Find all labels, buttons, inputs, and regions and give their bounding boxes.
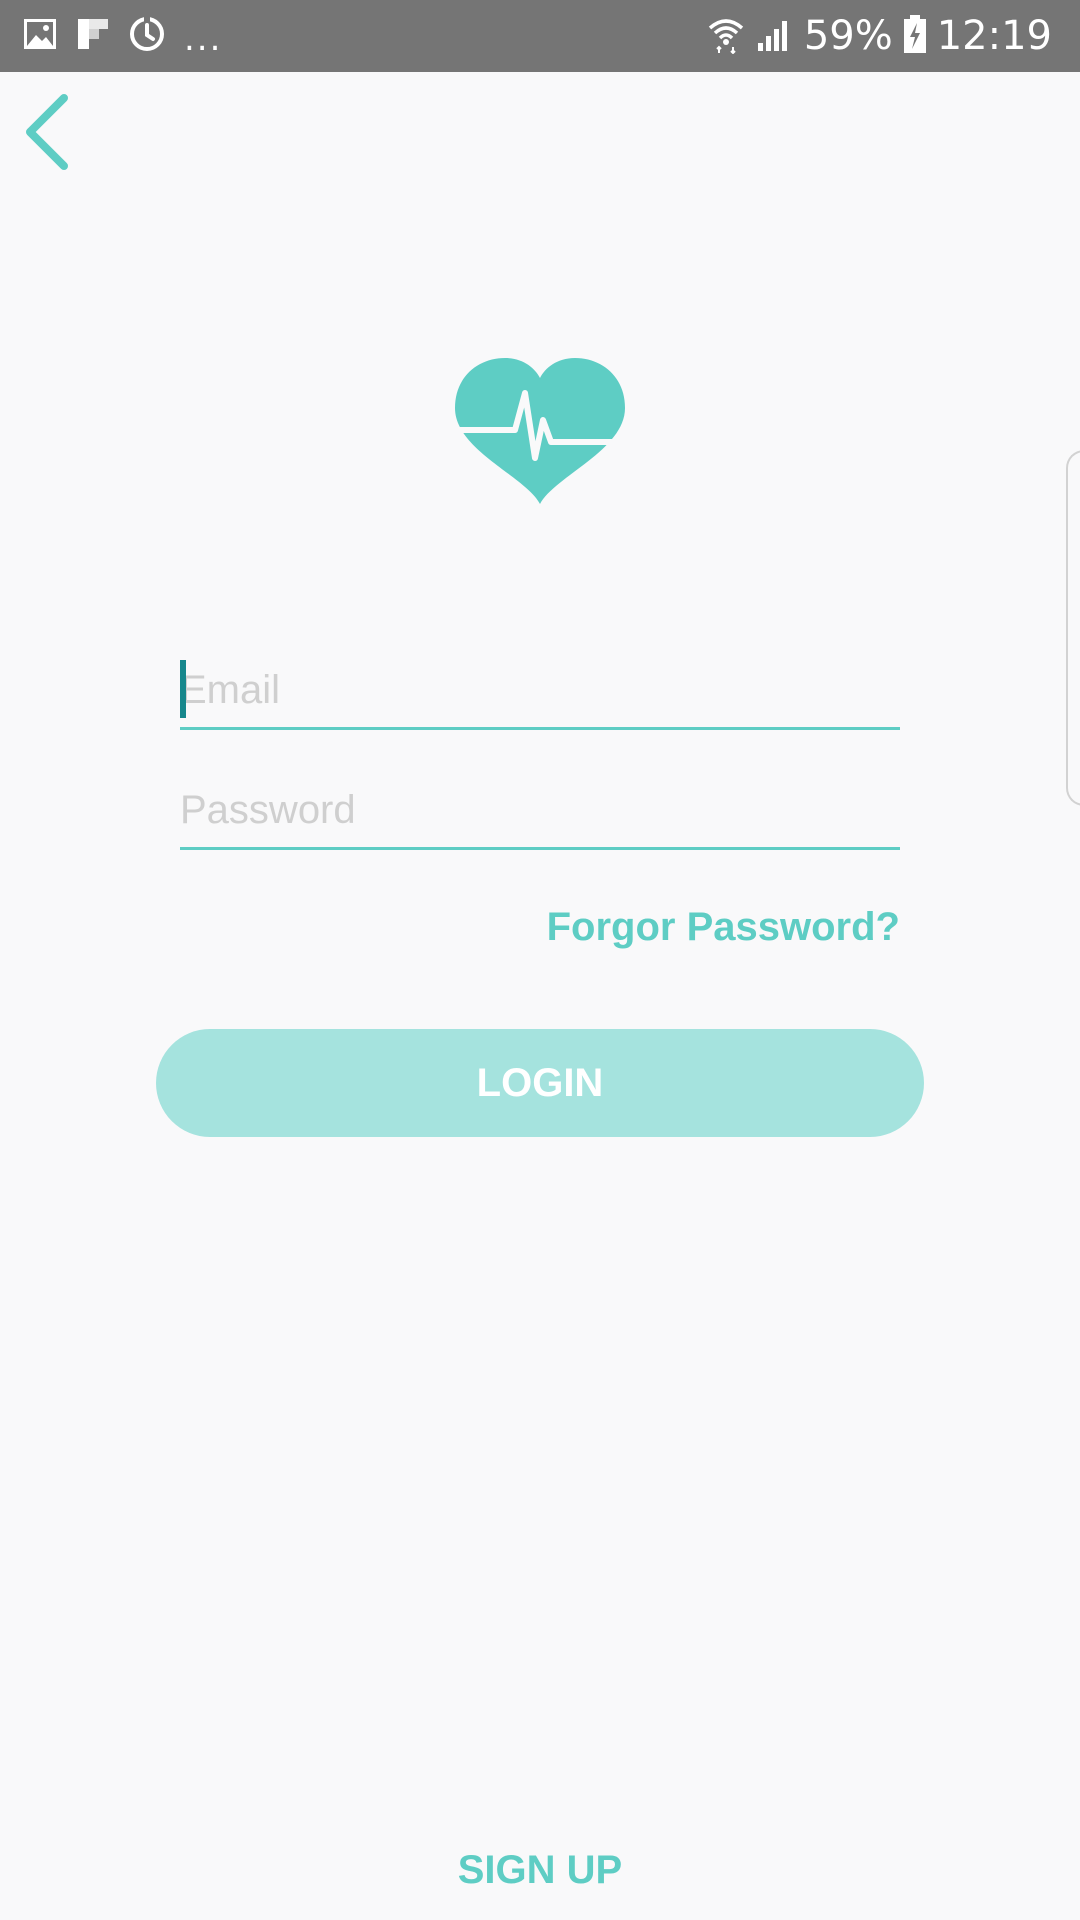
status-bar-left: ... — [22, 0, 222, 72]
flipboard-icon — [76, 17, 110, 56]
signal-icon — [756, 15, 794, 58]
heart-pulse-icon — [455, 358, 625, 510]
chevron-left-icon — [18, 94, 88, 182]
password-field[interactable] — [180, 774, 900, 850]
forgot-password-link[interactable]: Forgor Password? — [547, 905, 900, 950]
notification-overflow: ... — [184, 19, 223, 59]
battery-charging-icon — [903, 14, 927, 59]
image-icon — [22, 16, 58, 57]
clock: 12:19 — [936, 13, 1052, 59]
sign-up-link[interactable]: SIGN UP — [0, 1848, 1080, 1893]
status-bar: ... 59% 12:19 — [0, 0, 1080, 72]
edge-panel-handle[interactable] — [1066, 450, 1080, 806]
back-button[interactable] — [18, 88, 88, 178]
status-bar-right: 59% 12:19 — [706, 0, 1052, 72]
login-button-label: LOGIN — [476, 1060, 604, 1105]
login-button[interactable]: LOGIN — [156, 1029, 924, 1137]
password-input[interactable] — [180, 774, 900, 847]
email-input[interactable] — [180, 654, 900, 727]
sync-icon — [128, 15, 166, 58]
app-logo — [455, 358, 625, 506]
text-cursor — [180, 660, 186, 718]
battery-percent: 59% — [803, 13, 893, 59]
wifi-icon — [706, 14, 746, 59]
email-field[interactable] — [180, 654, 900, 730]
